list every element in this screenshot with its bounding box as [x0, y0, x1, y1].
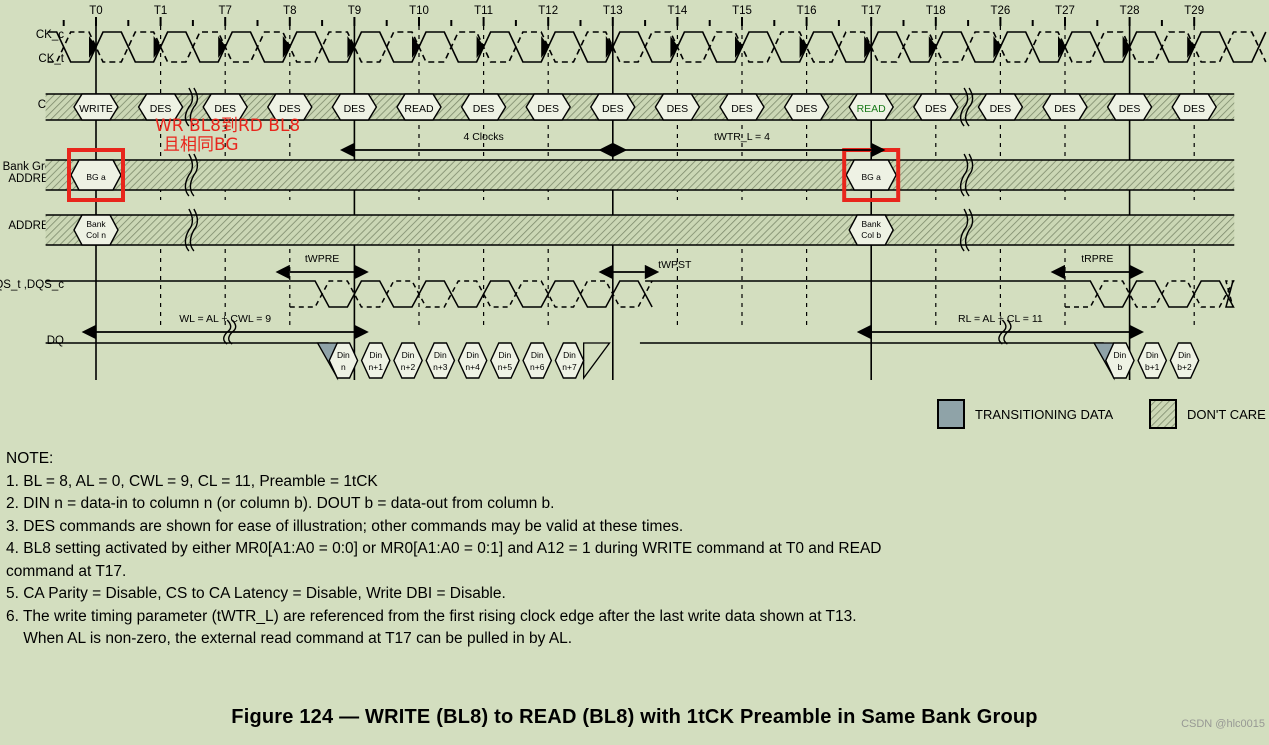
- time-label-T27: T27: [1055, 5, 1075, 17]
- address-row: BankCol nBankCol b: [45, 208, 1235, 252]
- time-label-T26: T26: [990, 5, 1010, 17]
- note-item-3: 3. DES commands are shown for ease of il…: [6, 517, 684, 535]
- notes-block: NOTE: 1. BL = 8, AL = 0, CWL = 9, CL = 1…: [0, 448, 1269, 651]
- note-item-1: 1. BL = 8, AL = 0, CWL = 9, CL = 11, Pre…: [6, 472, 378, 490]
- label-ck-t: CK_t: [38, 53, 64, 65]
- dq-read-l2-0: b: [1118, 362, 1123, 372]
- time-label-T14: T14: [667, 5, 687, 17]
- dq-write-l2-1: n+1: [369, 362, 384, 372]
- figure-caption: Figure 124 — WRITE (BL8) to READ (BL8) w…: [231, 706, 1038, 728]
- rl-label: RL = AL + CL = 11: [958, 313, 1043, 325]
- dq-write-l1-5: Din: [499, 350, 512, 360]
- dq-write-l2-2: n+2: [401, 362, 416, 372]
- legend-label-dontcare: DON'T CARE: [1187, 407, 1266, 422]
- legend-label-transitioning: TRANSITIONING DATA: [975, 407, 1114, 422]
- legend-swatch-transitioning: [937, 399, 965, 429]
- cmd-label-T10: READ: [404, 103, 434, 115]
- twpre-label: tWPRE: [305, 253, 339, 265]
- time-label-T11: T11: [474, 5, 493, 17]
- cmd-label-T18: DES: [925, 103, 947, 115]
- dq-write-l2-3: n+3: [433, 362, 448, 372]
- label-dq: DQ: [47, 335, 64, 347]
- time-label-T15: T15: [732, 5, 752, 17]
- cmd-label-T15: DES: [731, 103, 753, 115]
- cmd-label-T12: DES: [537, 103, 559, 115]
- wl-label: WL = AL + CWL = 9: [179, 313, 271, 325]
- note-item-4-cont: command at T17.: [6, 562, 127, 580]
- cmd-label-T1: DES: [150, 103, 172, 115]
- time-label-T1: T1: [154, 5, 167, 17]
- dq-write-l2-0: n: [341, 362, 346, 372]
- timing-diagram: CK_c CK_t CMD Bank Group ADDRESS ADDRESS…: [0, 0, 1269, 440]
- dq-read-l2-1: b+1: [1145, 362, 1160, 372]
- cmd-label-T7: DES: [214, 103, 236, 115]
- cmd-label-T28: DES: [1119, 103, 1141, 115]
- dq-read-l1-0: Din: [1114, 350, 1127, 360]
- dq-write-l2-5: n+5: [498, 362, 513, 372]
- bg-label-T0: BG a: [86, 172, 106, 182]
- cmd-label-T8: DES: [279, 103, 301, 115]
- dq-write-l1-1: Din: [369, 350, 382, 360]
- cmd-label-T16: DES: [796, 103, 818, 115]
- dq-write-l1-4: Din: [466, 350, 479, 360]
- time-label-T7: T7: [218, 5, 231, 17]
- cmd-label-T17: READ: [857, 103, 887, 115]
- cmd-label-T0: WRITE: [79, 103, 113, 115]
- legend-swatch-dontcare: [1149, 399, 1177, 429]
- notes-header: NOTE:: [6, 450, 54, 467]
- note-item-6: 6. The write timing parameter (tWTR_L) a…: [6, 607, 857, 625]
- dq-write-l1-2: Din: [402, 350, 415, 360]
- time-label-T0: T0: [89, 5, 102, 17]
- addr-label1-T0: Bank: [86, 219, 106, 229]
- dq-write-l1-7: Din: [563, 350, 576, 360]
- time-label-T28: T28: [1120, 5, 1140, 17]
- time-label-T9: T9: [348, 5, 361, 17]
- time-label-T18: T18: [926, 5, 946, 17]
- time-label-T16: T16: [797, 5, 817, 17]
- cmd-label-T14: DES: [667, 103, 689, 115]
- time-label-T12: T12: [538, 5, 558, 17]
- note-item-2: 2. DIN n = data-in to column n (or colum…: [6, 495, 555, 512]
- cmd-label-T13: DES: [602, 103, 624, 115]
- cmd-label-T27: DES: [1054, 103, 1076, 115]
- dq-write-l1-6: Din: [531, 350, 544, 360]
- time-label-T8: T8: [283, 5, 296, 17]
- note-item-6-cont: When AL is non-zero, the external read c…: [6, 630, 573, 647]
- twtr-l-label: tWTR_L = 4: [714, 131, 770, 143]
- annotation-line-2: 且相同BG: [163, 135, 239, 155]
- time-label-T10: T10: [409, 5, 429, 17]
- dq-read-l2-2: b+2: [1177, 362, 1192, 372]
- time-label-T29: T29: [1184, 5, 1204, 17]
- note-item-5: 5. CA Parity = Disable, CS to CA Latency…: [6, 585, 506, 602]
- trpre-label: tRPRE: [1081, 253, 1113, 265]
- addr-label2-T17: Col b: [861, 230, 881, 240]
- addr-label1-T17: Bank: [862, 219, 882, 229]
- dq-read-l1-2: Din: [1178, 350, 1191, 360]
- addr-label2-T0: Col n: [86, 230, 106, 240]
- bg-label-T17: BG a: [862, 172, 882, 182]
- cmd-label-T9: DES: [344, 103, 366, 115]
- four-clocks-label: 4 Clocks: [463, 131, 503, 143]
- time-label-T17: T17: [861, 5, 881, 17]
- dq-write-l2-7: n+7: [562, 362, 577, 372]
- dq-write-l2-4: n+4: [465, 362, 480, 372]
- dq-read-l1-1: Din: [1146, 350, 1159, 360]
- time-label-T13: T13: [603, 5, 623, 17]
- dq-write-l2-6: n+6: [530, 362, 545, 372]
- dq-write-l1-0: Din: [337, 350, 350, 360]
- cmd-label-T26: DES: [990, 103, 1012, 115]
- note-item-4: 4. BL8 setting activated by either MR0[A…: [6, 540, 882, 557]
- cmd-label-T11: DES: [473, 103, 495, 115]
- annotation-line-1: WR BL8到RD BL8: [155, 116, 300, 136]
- twpst-label: tWPST: [658, 259, 692, 271]
- cmd-label-T29: DES: [1183, 103, 1205, 115]
- dq-write-l1-3: Din: [434, 350, 447, 360]
- watermark: CSDN @hlc0015: [1181, 718, 1265, 730]
